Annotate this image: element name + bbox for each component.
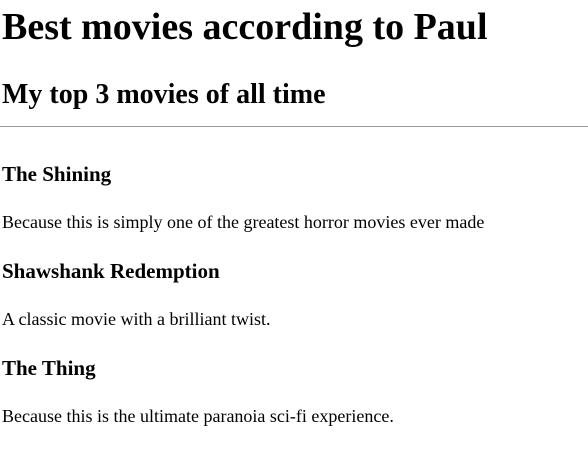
movie-title-2: Shawshank Redemption — [2, 259, 220, 283]
page-subtitle: My top 3 movies of all time — [2, 79, 326, 110]
movie-description-2: A classic movie with a brilliant twist. — [2, 309, 271, 329]
movie-title-1: The Shining — [2, 162, 112, 186]
page-title: Best movies according to Paul — [2, 6, 488, 48]
divider — [0, 126, 588, 127]
movie-description-3: Because this is the ultimate paranoia sc… — [2, 406, 394, 426]
movie-description-1: Because this is simply one of the greate… — [2, 212, 485, 232]
movie-title-3: The Thing — [2, 356, 96, 380]
